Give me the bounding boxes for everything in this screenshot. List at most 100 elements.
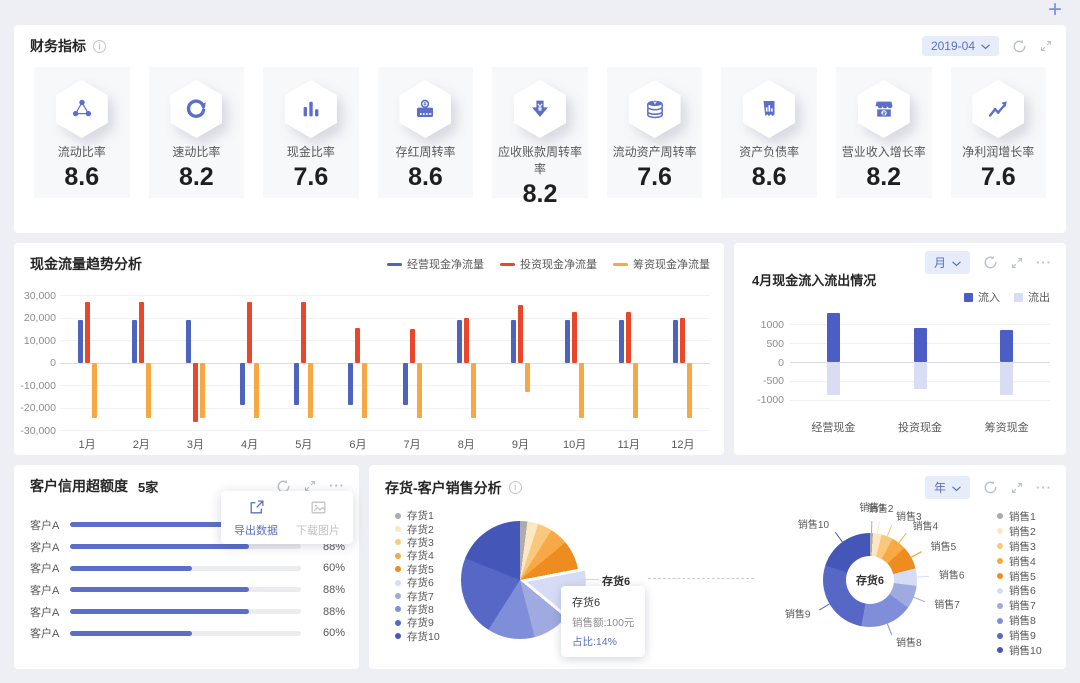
cashflow-bar[interactable] [687,362,693,418]
inout-bar[interactable] [1000,362,1014,395]
legend-item[interactable]: 存货6 [395,576,440,589]
cashflow-bar[interactable] [673,319,679,363]
legend-item[interactable]: 存货8 [395,603,440,616]
cashflow-bar[interactable] [510,319,516,363]
y-axis-tick: 0 [778,356,784,369]
cashflow-bar[interactable] [199,362,205,418]
legend-item[interactable]: 销售9 [997,628,1042,643]
cashflow-bar[interactable] [619,319,625,363]
cashflow-bar[interactable] [254,362,260,418]
cashflow-bar[interactable] [463,317,469,363]
legend-marker [395,552,401,559]
info-icon[interactable]: i [508,481,522,494]
expand-icon[interactable] [1011,482,1023,494]
x-axis-tick: 筹资现金 [984,422,1029,434]
legend-item[interactable]: 销售2 [997,524,1042,539]
legend-item[interactable]: 存货3 [395,536,440,549]
legend-item[interactable]: 销售10 [997,643,1042,658]
metric-card: 应收账款周转率率 8.2 [492,67,588,208]
cashflow-bar[interactable] [247,301,253,363]
more-options-icon[interactable]: ··· [1036,256,1052,269]
date-filter-dropdown[interactable]: 2019-04 [921,36,999,56]
cashflow-bar[interactable] [138,301,144,363]
legend-item[interactable]: 经营现金净流量 [387,256,484,272]
inout-bar[interactable] [913,362,927,389]
legend-item[interactable]: 流出 [1014,289,1050,305]
cashflow-bar[interactable] [579,362,585,418]
x-axis-tick: 4月 [241,439,259,451]
legend-item[interactable]: 销售4 [997,554,1042,569]
metric-value: 8.6 [64,163,100,191]
cashflow-bar[interactable] [308,362,314,418]
cashflow-bar[interactable] [633,362,639,418]
metric-card: 营业收入增长率 8.2 [835,67,932,198]
legend-item[interactable]: 存货10 [395,630,440,643]
legend-item[interactable]: 存货5 [395,563,440,576]
cashflow-bar[interactable] [348,362,354,406]
period-filter-dropdown[interactable]: 月 [924,251,970,274]
cashflow-bar[interactable] [626,311,632,363]
inout-bar[interactable] [1000,329,1014,362]
cashflow-bar[interactable] [402,362,408,406]
y-axis-tick: -500 [762,375,784,388]
inout-bar[interactable] [826,362,840,395]
export-data-menu-item[interactable]: 导出数据 [234,499,278,538]
download-image-menu-item[interactable]: 下载图片 [296,499,340,538]
cashflow-bar[interactable] [185,319,191,363]
metric-label: 存红周转率 [395,145,456,159]
cashflow-bar[interactable] [456,319,462,363]
cashflow-bar[interactable] [301,301,307,363]
credit-row[interactable]: 客户A 88% [30,579,345,601]
cashflow-bar[interactable] [355,327,361,363]
legend-item[interactable]: 投资现金净流量 [500,256,597,272]
legend-item[interactable]: 存货4 [395,549,440,562]
cashflow-bar[interactable] [565,319,571,363]
cashflow-bar[interactable] [524,362,530,392]
legend-item[interactable]: 销售5 [997,569,1042,584]
cashflow-bar[interactable] [91,362,97,418]
legend-item[interactable]: 存货2 [395,522,440,536]
cashflow-bar[interactable] [84,301,90,363]
legend-item[interactable]: 销售1 [997,509,1042,524]
cashflow-bar[interactable] [572,311,578,363]
cashflow-bar[interactable] [294,362,300,406]
cashflow-bar[interactable] [470,362,476,418]
drilldown-connector-line [648,578,754,579]
inout-bar[interactable] [826,312,840,362]
cashflow-bar[interactable] [192,362,198,423]
inout-bar[interactable] [913,327,927,362]
legend-item[interactable]: 销售7 [997,598,1042,613]
refresh-icon[interactable] [1012,39,1027,54]
legend-item[interactable]: 销售3 [997,539,1042,554]
cashflow-bar[interactable] [362,362,368,418]
legend-item[interactable]: 流入 [964,289,1000,305]
credit-row[interactable]: 客户A 60% [30,622,345,644]
expand-icon[interactable] [1040,40,1052,52]
legend-item[interactable]: 存货9 [395,616,440,629]
legend-item[interactable]: 筹资现金净流量 [613,256,710,272]
cashflow-bar[interactable] [145,362,151,418]
sales-donut-chart[interactable]: 存货6 [823,533,917,627]
cashflow-bar[interactable] [416,362,422,418]
cashflow-bar[interactable] [517,305,523,363]
legend-item[interactable]: 存货7 [395,589,440,603]
credit-row[interactable]: 客户A 88% [30,601,345,623]
cashflow-bar[interactable] [240,362,246,406]
credit-row[interactable]: 客户A 60% [30,557,345,579]
legend-item[interactable]: 销售8 [997,613,1042,628]
info-icon[interactable]: i [93,39,106,53]
more-options-icon[interactable]: ··· [1036,481,1052,494]
metric-label: 流动比率 [57,145,106,159]
legend-item[interactable]: 存货1 [395,509,440,522]
refresh-icon[interactable] [983,255,998,270]
expand-icon[interactable] [1011,257,1023,269]
more-options-icon[interactable]: ··· [329,479,345,492]
cashflow-bar[interactable] [409,328,415,363]
legend-marker [997,528,1003,535]
cashflow-bar[interactable] [77,319,83,363]
cashflow-bar[interactable] [131,319,137,363]
legend-item[interactable]: 销售6 [997,583,1042,598]
cashflow-bar[interactable] [680,317,686,363]
legend-marker [997,573,1003,579]
add-widget-button[interactable]: + [1048,0,1062,22]
